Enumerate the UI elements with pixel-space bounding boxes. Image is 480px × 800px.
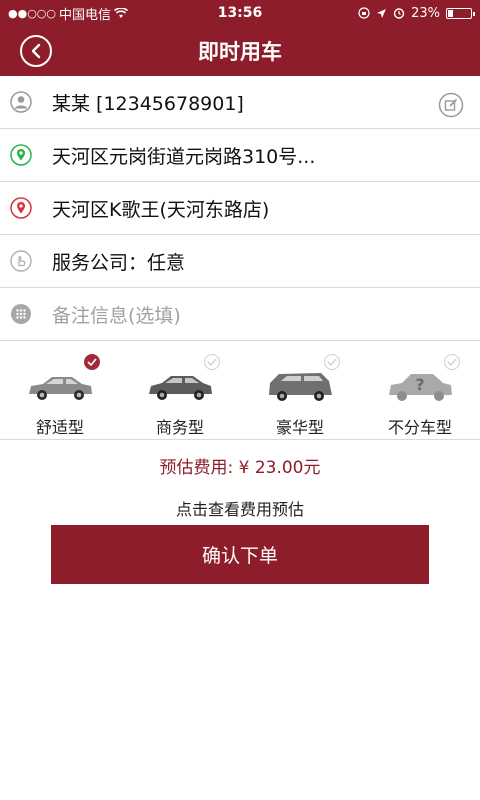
passenger-info: 某某 [12345678901] — [52, 92, 244, 115]
checkmark-icon — [444, 354, 460, 370]
start-location-icon — [10, 144, 32, 166]
confirm-order-button[interactable]: 确认下单 — [51, 525, 429, 584]
car-type-label: 舒适型 — [35, 418, 84, 437]
svg-text:?: ? — [415, 375, 424, 394]
nav-bar: 即时用车 — [0, 26, 480, 76]
car-type-label: 豪华型 — [275, 418, 324, 437]
service-company: 服务公司：任意 — [52, 251, 186, 274]
sedan-car-icon — [149, 376, 212, 400]
checkmark-icon — [324, 354, 340, 370]
car-type-luxury[interactable]: 豪华型 — [240, 344, 360, 439]
checkmark-icon — [84, 354, 100, 370]
order-form: 某某 [12345678901] 天河区元岗街道元岗路310号... 天河区K歌… — [0, 76, 480, 341]
remark-input[interactable]: 备注信息(选填) — [52, 301, 181, 328]
hand-pointer-icon — [10, 250, 32, 272]
page-title: 即时用车 — [198, 40, 282, 64]
checkmark-icon — [204, 354, 220, 370]
app-header: ●●○○○ 中国电信 13:56 23% 即时用车 — [0, 0, 480, 76]
destination-row[interactable]: 天河区K歌王(天河东路店) — [0, 182, 480, 235]
minivan-car-icon — [269, 373, 332, 401]
destination-icon — [10, 197, 32, 219]
unknown-car-icon: ? — [389, 374, 452, 401]
car-type-comfort[interactable]: 舒适型 — [0, 344, 120, 439]
car-type-business[interactable]: 商务型 — [120, 344, 240, 439]
passenger-row[interactable]: 某某 [12345678901] — [0, 76, 480, 129]
battery-level — [448, 9, 454, 17]
estimated-fee: 预估费用: ¥ 23.00元 — [159, 458, 321, 478]
destination-address: 天河区K歌王(天河东路店) — [52, 198, 270, 221]
edit-icon[interactable] — [438, 92, 464, 118]
start-address-row[interactable]: 天河区元岗街道元岗路310号... — [0, 129, 480, 182]
car-type-label: 不分车型 — [387, 418, 452, 437]
view-fee-estimate-link[interactable]: 点击查看费用预估 — [0, 496, 480, 520]
status-bar: ●●○○○ 中国电信 13:56 23% — [0, 0, 480, 26]
status-time: 13:56 — [217, 5, 263, 21]
back-button[interactable] — [20, 35, 52, 67]
car-type-label: 商务型 — [155, 418, 204, 437]
car-type-any[interactable]: ? 不分车型 — [360, 344, 480, 439]
chevron-left-icon — [31, 43, 41, 59]
battery-icon — [446, 7, 475, 19]
keypad-icon — [11, 304, 31, 324]
remark-row[interactable]: 备注信息(选填) — [0, 288, 480, 341]
sedan-car-icon — [29, 377, 92, 400]
service-company-row[interactable]: 服务公司：任意 — [0, 235, 480, 288]
car-type-selector: 舒适型 商务型 豪华型 ? 不分车型 — [0, 344, 480, 440]
person-icon — [10, 91, 32, 113]
start-address: 天河区元岗街道元岗路310号... — [52, 145, 316, 168]
